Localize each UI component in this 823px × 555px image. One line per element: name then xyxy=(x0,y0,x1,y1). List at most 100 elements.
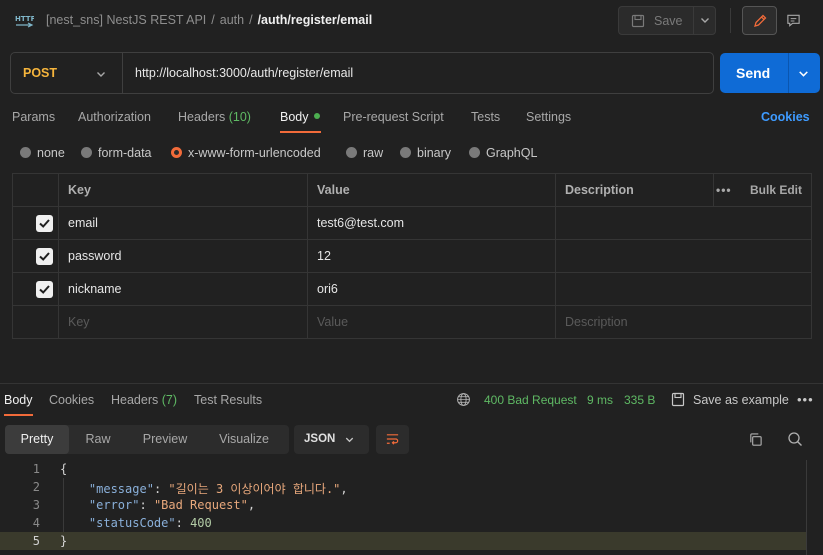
cookies-link[interactable]: Cookies xyxy=(761,110,810,124)
response-body-viewer[interactable]: 1 { 2 "message": "길이는 3 이상이어야 합니다.", 3 "… xyxy=(0,460,823,555)
url-input[interactable]: http://localhost:3000/auth/register/emai… xyxy=(135,66,353,80)
body-params-table: Key Value Description ••• Bulk Edit emai… xyxy=(12,173,812,339)
headers-count: (10) xyxy=(228,110,251,124)
globe-icon[interactable] xyxy=(456,392,471,407)
save-icon xyxy=(671,392,685,407)
chevron-down-icon[interactable] xyxy=(797,67,810,80)
view-visualize[interactable]: Visualize xyxy=(203,425,285,454)
tab-headers[interactable]: Headers (10) xyxy=(178,110,251,124)
tab-settings[interactable]: Settings xyxy=(526,110,571,124)
response-tab-test-results[interactable]: Test Results xyxy=(194,393,262,407)
method-selector[interactable]: POST xyxy=(23,66,57,80)
column-header-value: Value xyxy=(307,174,555,206)
param-value[interactable]: test6@test.com xyxy=(307,207,555,239)
radio-label: binary xyxy=(417,146,452,160)
json-string-value: "Bad Request" xyxy=(153,498,248,512)
line-number: 5 xyxy=(32,534,40,548)
bulk-edit-cell: ••• Bulk Edit xyxy=(713,174,811,206)
param-description[interactable] xyxy=(555,240,811,272)
body-indicator-dot xyxy=(313,113,320,119)
tab-pre-request-script[interactable]: Pre-request Script xyxy=(343,110,444,124)
breadcrumb-folder[interactable]: auth xyxy=(220,13,244,27)
row-checkbox[interactable] xyxy=(36,281,53,298)
save-as-example-button[interactable]: Save as example xyxy=(693,393,789,407)
radio-label: raw xyxy=(363,146,384,160)
wrap-lines-button[interactable] xyxy=(376,425,409,454)
line-number: 1 xyxy=(32,462,40,476)
radio-circle xyxy=(400,147,411,158)
json-string-value: "길이는 3 이상이어야 합니다." xyxy=(168,482,341,496)
tab-params[interactable]: Params xyxy=(12,110,55,124)
param-key[interactable]: nickname xyxy=(58,273,307,305)
breadcrumb-request-name[interactable]: /auth/register/email xyxy=(258,13,373,27)
param-key[interactable]: email xyxy=(58,207,307,239)
tab-authorization[interactable]: Authorization xyxy=(78,110,151,124)
code-line: 4 "statusCode": 400 xyxy=(0,514,806,532)
view-preview[interactable]: Preview xyxy=(127,425,203,454)
send-button[interactable]: Send xyxy=(720,53,820,93)
view-pretty[interactable]: Pretty xyxy=(5,425,69,454)
edit-button[interactable] xyxy=(742,6,777,35)
tab-tests[interactable]: Tests xyxy=(471,110,500,124)
radio-binary[interactable]: binary xyxy=(400,146,451,160)
bulk-edit-button[interactable]: Bulk Edit xyxy=(750,183,802,197)
save-label: Save xyxy=(654,14,683,28)
code-text: "error": "Bad Request", xyxy=(88,498,256,512)
radio-form-data[interactable]: form-data xyxy=(81,146,152,160)
pane-divider[interactable] xyxy=(0,383,823,384)
svg-text:HTTP: HTTP xyxy=(15,15,34,23)
view-raw[interactable]: Raw xyxy=(69,425,127,454)
tab-body[interactable]: Body xyxy=(280,110,320,124)
row-checkbox[interactable] xyxy=(36,215,53,232)
new-key-input[interactable]: Key xyxy=(58,306,307,338)
send-label: Send xyxy=(736,65,771,81)
chevron-down-icon[interactable] xyxy=(95,68,107,80)
http-request-icon: HTTP xyxy=(15,15,34,28)
response-size[interactable]: 335 B xyxy=(624,393,655,407)
breadcrumb: [nest_sns] NestJS REST API / auth //auth/re… xyxy=(46,13,373,27)
breadcrumb-collection[interactable]: [nest_sns] NestJS REST API xyxy=(46,13,206,27)
more-options-icon[interactable]: ••• xyxy=(716,183,732,197)
more-options-icon[interactable]: ••• xyxy=(797,392,814,407)
format-label: JSON xyxy=(304,433,336,445)
radio-circle xyxy=(469,147,480,158)
radio-urlencoded[interactable]: x-www-form-urlencoded xyxy=(171,146,321,160)
chevron-down-icon[interactable] xyxy=(699,14,711,26)
line-number: 2 xyxy=(32,480,40,494)
search-icon[interactable] xyxy=(787,431,803,447)
copy-icon[interactable] xyxy=(748,432,763,447)
radio-raw[interactable]: raw xyxy=(346,146,383,160)
json-key: "error" xyxy=(88,498,140,512)
code-text: { xyxy=(60,462,67,476)
param-value[interactable]: 12 xyxy=(307,240,555,272)
response-tab-body[interactable]: Body xyxy=(4,393,33,407)
tab-body-label: Body xyxy=(280,110,309,124)
format-selector[interactable]: JSON xyxy=(294,425,369,454)
json-key: "message" xyxy=(88,482,154,496)
radio-circle xyxy=(81,147,92,158)
radio-none[interactable]: none xyxy=(20,146,65,160)
param-key[interactable]: password xyxy=(58,240,307,272)
radio-circle-selected xyxy=(171,147,182,158)
radio-label: form-data xyxy=(98,146,152,160)
param-description[interactable] xyxy=(555,273,811,305)
response-tab-headers[interactable]: Headers (7) xyxy=(111,393,177,407)
status-code[interactable]: 400 Bad Request xyxy=(484,393,577,407)
radio-graphql[interactable]: GraphQL xyxy=(469,146,537,160)
response-time[interactable]: 9 ms xyxy=(587,393,613,407)
save-button[interactable]: Save xyxy=(618,6,716,35)
new-value-input[interactable]: Value xyxy=(307,306,555,338)
column-header-description: Description xyxy=(555,174,713,206)
scrollbar[interactable] xyxy=(806,460,807,555)
response-tab-cookies[interactable]: Cookies xyxy=(49,393,94,407)
new-description-input[interactable]: Description xyxy=(555,306,811,338)
code-line-active: 5 } xyxy=(0,532,806,550)
code-text: "statusCode": 400 xyxy=(88,516,212,530)
divider xyxy=(730,8,731,33)
param-description[interactable] xyxy=(555,207,811,239)
comments-button[interactable] xyxy=(777,6,811,35)
table-row-empty: Key Value Description xyxy=(13,306,811,339)
param-value[interactable]: ori6 xyxy=(307,273,555,305)
wrap-icon xyxy=(386,434,399,445)
row-checkbox[interactable] xyxy=(36,248,53,265)
